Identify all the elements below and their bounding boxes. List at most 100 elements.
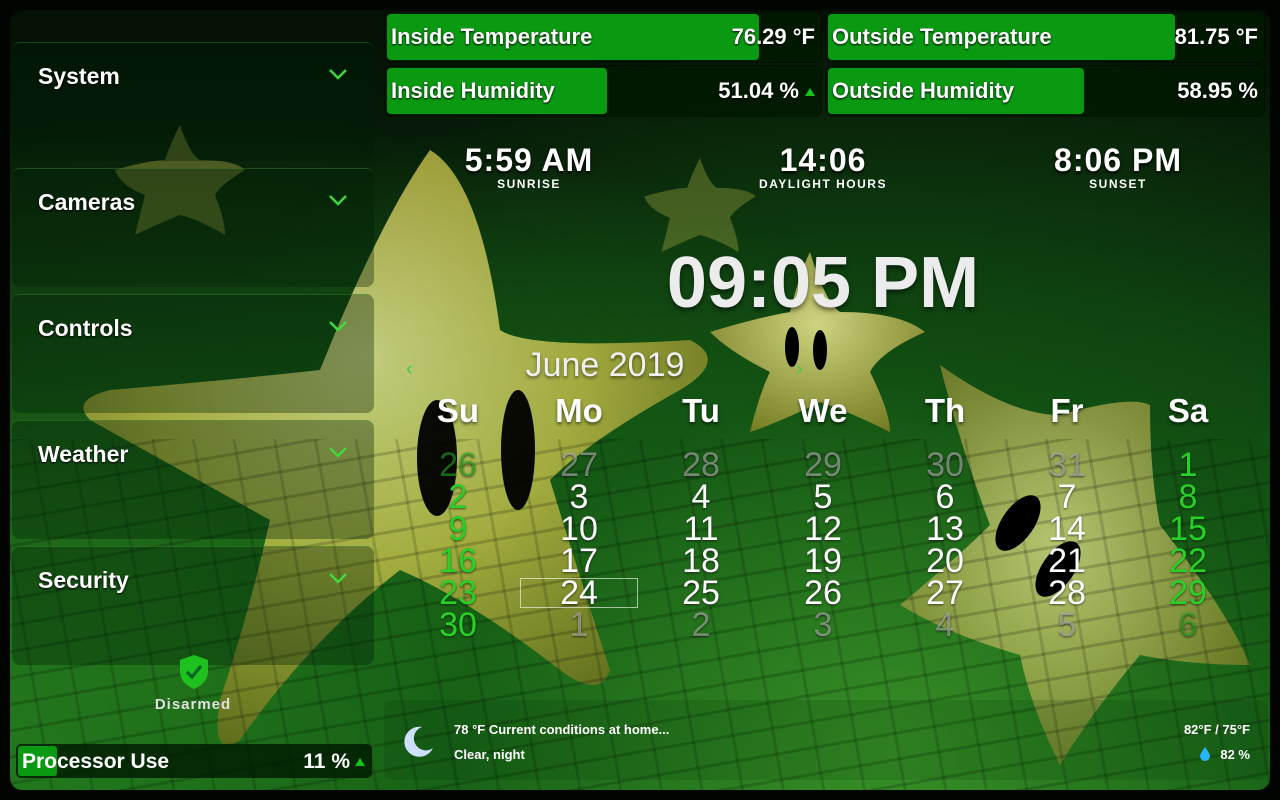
calendar-day[interactable]: 14 [1007, 512, 1127, 546]
calendar-day[interactable]: 30 [398, 608, 518, 642]
inside-humidity-sensor[interactable]: Inside Humidity 51.04 % [385, 66, 821, 116]
outside-temperature-sensor[interactable]: Outside Temperature 81.75 °F [826, 12, 1264, 62]
sensor-label: Inside Humidity [391, 78, 555, 103]
calendar-day[interactable]: 2 [398, 480, 518, 514]
calendar-day[interactable]: 27 [519, 448, 639, 482]
chevron-down-icon[interactable] [328, 445, 348, 459]
chevron-down-icon[interactable] [328, 67, 348, 81]
calendar-day[interactable]: 2 [641, 608, 761, 642]
calendar-weekday-header: We [798, 392, 848, 429]
calendar-day[interactable]: 3 [763, 608, 883, 642]
sensor-label: Outside Temperature [832, 24, 1052, 49]
calendar-day[interactable]: 5 [763, 480, 883, 514]
calendar-day[interactable]: 29 [1128, 576, 1248, 610]
daylight-info: 14:06 DAYLIGHT HOURS [703, 142, 943, 191]
calendar-day[interactable]: 9 [398, 512, 518, 546]
processor-label: Processor Use [22, 750, 170, 773]
calendar-day[interactable]: 1 [519, 608, 639, 642]
sidebar-item-label: Weather [38, 441, 129, 467]
calendar-day[interactable]: 10 [519, 512, 639, 546]
calendar-weekday-header: Th [924, 392, 966, 429]
inside-temperature-sensor[interactable]: Inside Temperature 76.29 °F [385, 12, 821, 62]
calendar-day[interactable]: 15 [1128, 512, 1248, 546]
weather-humidity: 82 % [1220, 747, 1250, 762]
sidebar-item-label: Controls [38, 315, 133, 341]
sidebar-item-system[interactable]: System [12, 42, 374, 161]
shield-check-icon [180, 655, 208, 689]
weather-summary[interactable]: 78 °F Current conditions at home... Clea… [384, 700, 1268, 780]
alarm-panel[interactable]: Disarmed [12, 640, 374, 740]
calendar-day[interactable]: 8 [1128, 480, 1248, 514]
calendar-day[interactable]: 22 [1128, 544, 1248, 578]
sidebar-item-label: System [38, 63, 120, 89]
chevron-down-icon[interactable] [328, 319, 348, 333]
calendar-weekday-header: Su [436, 392, 480, 429]
calendar-day[interactable]: 13 [885, 512, 1005, 546]
calendar-prev-month[interactable]: ‹ [406, 358, 413, 381]
calendar-day[interactable]: 31 [1007, 448, 1127, 482]
trend-up-icon [355, 758, 365, 766]
sensor-label: Outside Humidity [832, 78, 1015, 103]
calendar-day[interactable]: 17 [519, 544, 639, 578]
calendar-weekday-header: Fr [1050, 392, 1084, 429]
calendar-day[interactable]: 1 [1128, 448, 1248, 482]
sidebar-item-label: Security [38, 567, 129, 593]
sensor-label: Inside Temperature [391, 24, 593, 49]
calendar-day[interactable]: 19 [763, 544, 883, 578]
calendar-weekday-header: Tu [682, 392, 720, 429]
calendar-day[interactable]: 6 [1128, 608, 1248, 642]
sunset-time: 8:06 PM [1054, 142, 1182, 178]
sunset-label: SUNSET [1089, 177, 1147, 191]
calendar-day[interactable]: 7 [1007, 480, 1127, 514]
calendar-day[interactable]: 6 [885, 480, 1005, 514]
calendar-day[interactable]: 26 [398, 448, 518, 482]
calendar-day[interactable]: 16 [398, 544, 518, 578]
processor-value: 11 % [303, 750, 350, 773]
chevron-down-icon[interactable] [328, 571, 348, 585]
calendar-month-label: June 2019 [525, 346, 685, 384]
moon-icon [404, 726, 433, 757]
calendar-weekday-header: Sa [1167, 392, 1209, 429]
sensor-value: 58.95 % [1177, 78, 1258, 103]
outside-humidity-sensor[interactable]: Outside Humidity 58.95 % [826, 66, 1264, 116]
calendar-weekday-header: Mo [555, 392, 603, 429]
water-drop-icon [1200, 747, 1210, 761]
trend-up-icon [805, 88, 815, 96]
processor-use-bar: Processor Use 11 % [16, 744, 372, 778]
calendar-day[interactable]: 24 [519, 576, 639, 610]
sensor-value: 51.04 % [718, 78, 799, 103]
calendar-day[interactable]: 27 [885, 576, 1005, 610]
calendar-day[interactable]: 4 [641, 480, 761, 514]
daylight-hours: 14:06 [779, 142, 867, 178]
sidebar-item-cameras[interactable]: Cameras [12, 168, 374, 287]
clock: 09:05 PM [666, 243, 980, 323]
calendar-day[interactable]: 23 [398, 576, 518, 610]
weather-current: 78 °F Current conditions at home... [454, 722, 670, 737]
sidebar-item-controls[interactable]: Controls [12, 294, 374, 413]
chevron-down-icon[interactable] [328, 193, 348, 207]
calendar-next-month[interactable]: › [796, 358, 803, 381]
calendar-day[interactable]: 4 [885, 608, 1005, 642]
calendar-day[interactable]: 30 [885, 448, 1005, 482]
sensor-value: 76.29 °F [731, 24, 815, 49]
calendar-day[interactable]: 21 [1007, 544, 1127, 578]
calendar-day[interactable]: 25 [641, 576, 761, 610]
calendar-day[interactable]: 5 [1007, 608, 1127, 642]
weather-high-low: 82°F / 75°F [1183, 722, 1250, 737]
sidebar-item-weather[interactable]: Weather [12, 420, 374, 539]
calendar-day[interactable]: 3 [519, 480, 639, 514]
sunset-info: 8:06 PM SUNSET [998, 142, 1238, 191]
weather-condition: Clear, night [454, 747, 525, 762]
sunrise-label: SUNRISE [497, 177, 561, 191]
calendar-day[interactable]: 12 [763, 512, 883, 546]
calendar-day[interactable]: 28 [1007, 576, 1127, 610]
calendar-day[interactable]: 29 [763, 448, 883, 482]
calendar-day[interactable]: 26 [763, 576, 883, 610]
sunrise-time: 5:59 AM [464, 142, 594, 178]
calendar-day[interactable]: 28 [641, 448, 761, 482]
calendar-day[interactable]: 18 [641, 544, 761, 578]
calendar-day[interactable]: 20 [885, 544, 1005, 578]
daylight-label: DAYLIGHT HOURS [759, 177, 887, 191]
calendar-day[interactable]: 11 [641, 512, 761, 546]
sidebar-item-label: Cameras [38, 189, 136, 215]
